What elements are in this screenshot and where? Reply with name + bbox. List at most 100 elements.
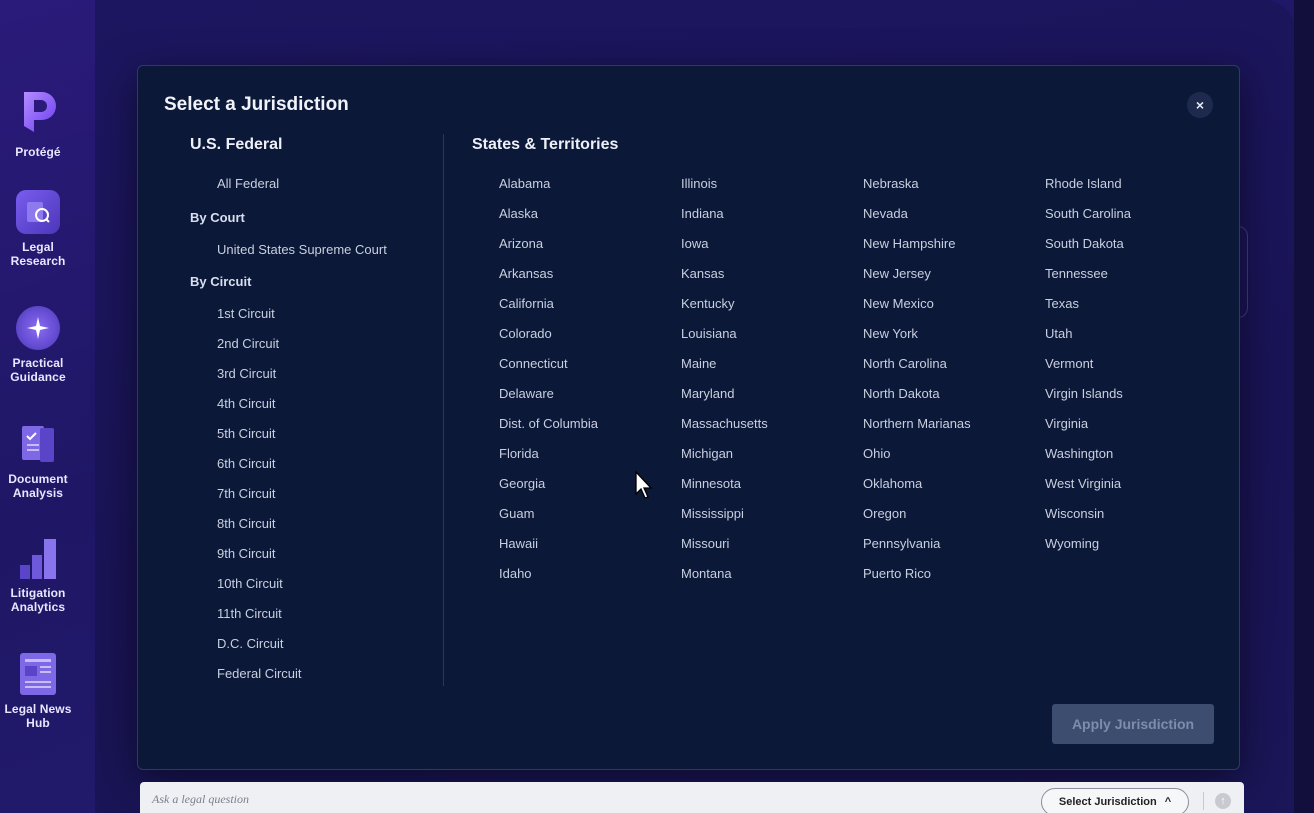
option-state[interactable]: Rhode Island bbox=[1045, 176, 1122, 191]
option-state[interactable]: Alabama bbox=[499, 176, 550, 191]
column-divider bbox=[443, 134, 444, 686]
option-state[interactable]: Nebraska bbox=[863, 176, 919, 191]
option-state[interactable]: Tennessee bbox=[1045, 266, 1108, 281]
option-state[interactable]: Northern Marianas bbox=[863, 416, 971, 431]
option-state[interactable]: Hawaii bbox=[499, 536, 538, 551]
option-state[interactable]: Connecticut bbox=[499, 356, 568, 371]
sidebar-item-legal-research[interactable]: Legal Research bbox=[0, 190, 76, 268]
send-icon: ↑ bbox=[1220, 795, 1226, 807]
option-circuit[interactable]: 4th Circuit bbox=[217, 396, 276, 411]
option-state[interactable]: Wisconsin bbox=[1045, 506, 1104, 521]
option-state[interactable]: Dist. of Columbia bbox=[499, 416, 598, 431]
option-state[interactable]: Texas bbox=[1045, 296, 1079, 311]
option-state[interactable]: Guam bbox=[499, 506, 534, 521]
close-button[interactable]: × bbox=[1187, 92, 1213, 118]
option-circuit[interactable]: 11th Circuit bbox=[217, 606, 282, 621]
option-circuit[interactable]: 1st Circuit bbox=[217, 306, 275, 321]
option-state[interactable]: Maryland bbox=[681, 386, 734, 401]
option-state[interactable]: Oklahoma bbox=[863, 476, 922, 491]
option-state[interactable]: Louisiana bbox=[681, 326, 737, 341]
option-state[interactable]: Puerto Rico bbox=[863, 566, 931, 581]
sidebar-item-legal-news-hub[interactable]: Legal News Hub bbox=[0, 652, 76, 730]
option-circuit[interactable]: 3rd Circuit bbox=[217, 366, 276, 381]
option-state[interactable]: New York bbox=[863, 326, 918, 341]
option-state[interactable]: North Carolina bbox=[863, 356, 947, 371]
option-state[interactable]: New Jersey bbox=[863, 266, 931, 281]
sidebar-item-label: Legal News Hub bbox=[4, 702, 72, 730]
option-state[interactable]: California bbox=[499, 296, 554, 311]
option-state[interactable]: Vermont bbox=[1045, 356, 1093, 371]
federal-heading: U.S. Federal bbox=[190, 136, 283, 153]
select-jurisdiction-label: Select Jurisdiction bbox=[1058, 796, 1157, 808]
document-analysis-icon bbox=[16, 422, 60, 466]
option-state[interactable]: Indiana bbox=[681, 206, 724, 221]
option-state[interactable]: Missouri bbox=[681, 536, 729, 551]
option-state[interactable]: West Virginia bbox=[1045, 476, 1121, 491]
option-state[interactable]: South Carolina bbox=[1045, 206, 1131, 221]
option-circuit[interactable]: 5th Circuit bbox=[217, 426, 276, 441]
sidebar-item-label: Litigation Analytics bbox=[10, 586, 66, 614]
option-state[interactable]: Iowa bbox=[681, 236, 708, 251]
option-state[interactable]: Massachusetts bbox=[681, 416, 768, 431]
option-state[interactable]: Illinois bbox=[681, 176, 717, 191]
option-state[interactable]: Alaska bbox=[499, 206, 538, 221]
option-circuit[interactable]: 8th Circuit bbox=[217, 516, 276, 531]
option-state[interactable]: Delaware bbox=[499, 386, 554, 401]
sidebar-item-document-analysis[interactable]: Document Analysis bbox=[0, 422, 76, 500]
sidebar-item-protege[interactable]: Protégé bbox=[0, 88, 76, 159]
option-state[interactable]: New Hampshire bbox=[863, 236, 955, 251]
option-state[interactable]: Montana bbox=[681, 566, 732, 581]
by-court-label: By Court bbox=[190, 210, 245, 225]
option-state[interactable]: Nevada bbox=[863, 206, 908, 221]
close-icon: × bbox=[1195, 97, 1205, 113]
option-circuit[interactable]: D.C. Circuit bbox=[217, 636, 283, 651]
option-circuit[interactable]: 9th Circuit bbox=[217, 546, 276, 561]
option-state[interactable]: Wyoming bbox=[1045, 536, 1099, 551]
option-state[interactable]: Colorado bbox=[499, 326, 552, 341]
option-circuit[interactable]: 7th Circuit bbox=[217, 486, 276, 501]
option-state[interactable]: Pennsylvania bbox=[863, 536, 940, 551]
option-circuit[interactable]: 2nd Circuit bbox=[217, 336, 279, 351]
option-state[interactable]: Idaho bbox=[499, 566, 532, 581]
by-circuit-label: By Circuit bbox=[190, 274, 252, 289]
legal-news-hub-icon bbox=[16, 652, 60, 696]
option-state[interactable]: Georgia bbox=[499, 476, 545, 491]
option-state[interactable]: South Dakota bbox=[1045, 236, 1124, 251]
option-state[interactable]: Utah bbox=[1045, 326, 1072, 341]
option-state[interactable]: New Mexico bbox=[863, 296, 934, 311]
chevron-up-icon: ^ bbox=[1164, 796, 1172, 808]
sidebar-item-label: Legal Research bbox=[10, 240, 66, 268]
sidebar: Protégé Legal Research Practical Guidanc… bbox=[0, 0, 76, 813]
states-heading: States & Territories bbox=[472, 136, 619, 153]
option-circuit[interactable]: 10th Circuit bbox=[217, 576, 283, 591]
option-state[interactable]: Washington bbox=[1045, 446, 1113, 461]
option-state[interactable]: Kentucky bbox=[681, 296, 734, 311]
option-state[interactable]: Arkansas bbox=[499, 266, 553, 281]
apply-jurisdiction-button[interactable]: Apply Jurisdiction bbox=[1052, 704, 1214, 744]
option-state[interactable]: North Dakota bbox=[863, 386, 940, 401]
option-state[interactable]: Kansas bbox=[681, 266, 724, 281]
send-button[interactable]: ↑ bbox=[1215, 793, 1231, 809]
option-state[interactable]: Maine bbox=[681, 356, 716, 371]
jurisdiction-modal: Select a Jurisdiction × U.S. Federal All… bbox=[137, 65, 1240, 770]
select-jurisdiction-button[interactable]: Select Jurisdiction ^ bbox=[1041, 788, 1189, 813]
option-state[interactable]: Ohio bbox=[863, 446, 890, 461]
option-state[interactable]: Mississippi bbox=[681, 506, 744, 521]
mouse-cursor-icon bbox=[634, 470, 654, 500]
option-state[interactable]: Arizona bbox=[499, 236, 543, 251]
sidebar-item-litigation-analytics[interactable]: Litigation Analytics bbox=[0, 536, 76, 614]
option-court[interactable]: United States Supreme Court bbox=[217, 242, 387, 257]
option-all-federal[interactable]: All Federal bbox=[217, 176, 279, 191]
option-state[interactable]: Virgin Islands bbox=[1045, 386, 1123, 401]
modal-title: Select a Jurisdiction bbox=[164, 94, 349, 115]
option-state[interactable]: Florida bbox=[499, 446, 539, 461]
sidebar-item-practical-guidance[interactable]: Practical Guidance bbox=[0, 306, 76, 384]
option-state[interactable]: Oregon bbox=[863, 506, 906, 521]
legal-research-icon bbox=[16, 190, 60, 234]
option-state[interactable]: Virginia bbox=[1045, 416, 1088, 431]
question-input[interactable]: Ask a legal question bbox=[152, 792, 752, 807]
option-state[interactable]: Michigan bbox=[681, 446, 733, 461]
option-circuit[interactable]: Federal Circuit bbox=[217, 666, 302, 681]
option-circuit[interactable]: 6th Circuit bbox=[217, 456, 276, 471]
option-state[interactable]: Minnesota bbox=[681, 476, 741, 491]
